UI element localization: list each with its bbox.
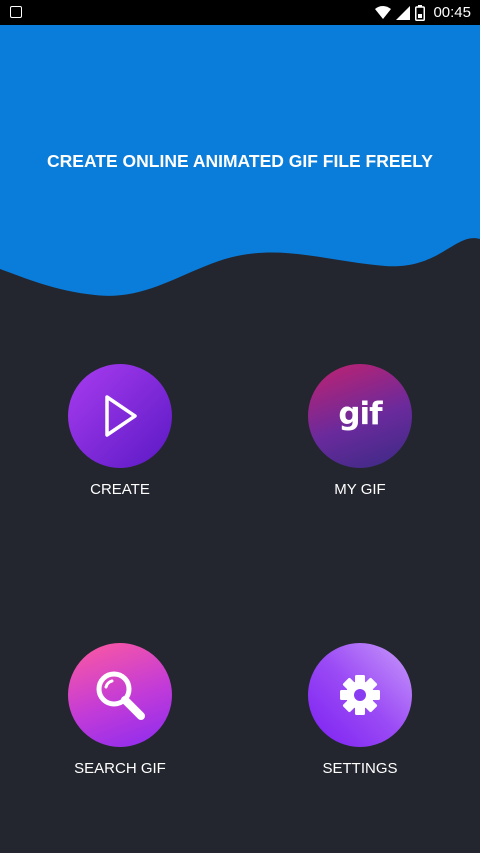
battery-icon [415,4,426,21]
header-banner: CREATE ONLINE ANIMATED GIF FILE FREELY [0,25,480,305]
gif-icon: gif [338,396,382,432]
status-icons: 00:45 [375,0,471,25]
app-notification-icon [10,6,22,18]
search-gif-circle[interactable] [68,643,172,747]
status-time: 00:45 [433,4,471,21]
search-gif-label[interactable]: SEARCH GIF [20,760,220,777]
status-bar: 00:45 [0,0,480,25]
cell-signal-icon [396,5,411,20]
search-gif-button[interactable]: SEARCH GIF [20,643,220,777]
create-circle[interactable] [68,364,172,468]
create-button[interactable]: CREATE [20,364,220,498]
my-gif-circle[interactable]: gif [308,364,412,468]
play-icon [105,395,137,437]
settings-circle[interactable] [308,643,412,747]
create-label[interactable]: CREATE [20,481,220,498]
my-gif-label[interactable]: MY GIF [260,481,460,498]
gear-icon [340,675,380,715]
wifi-icon [375,5,392,19]
settings-button[interactable]: SETTINGS [260,643,460,777]
settings-label[interactable]: SETTINGS [260,760,460,777]
my-gif-button[interactable]: gif MY GIF [260,364,460,498]
search-icon [96,671,145,720]
header-title: CREATE ONLINE ANIMATED GIF FILE FREELY [47,151,433,171]
